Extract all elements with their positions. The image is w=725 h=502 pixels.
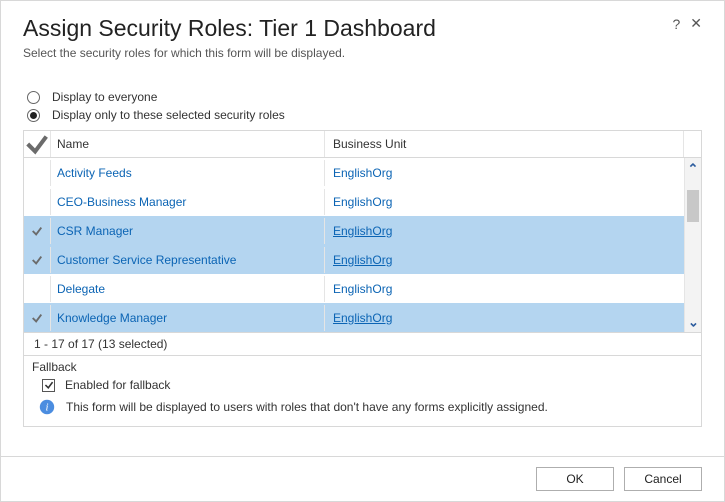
- grid-body: Activity FeedsEnglishOrgCEO-Business Man…: [24, 158, 701, 332]
- table-row[interactable]: CSR Manager EnglishOrg: [24, 216, 701, 245]
- business-unit-link[interactable]: EnglishOrg: [333, 282, 392, 296]
- radio-icon[interactable]: [27, 109, 40, 122]
- svg-text:i: i: [46, 402, 49, 414]
- table-row[interactable]: Delegate EnglishOrg: [24, 274, 701, 303]
- vertical-scrollbar[interactable]: ⌃ ⌃: [684, 158, 701, 332]
- role-name-link[interactable]: Knowledge Manager: [57, 311, 167, 325]
- radio-icon[interactable]: [27, 91, 40, 104]
- radio-label: Display only to these selected security …: [52, 108, 285, 122]
- display-options: Display to everyone Display only to thes…: [23, 88, 702, 124]
- select-all-checkbox[interactable]: [24, 131, 50, 157]
- radio-display-selected[interactable]: Display only to these selected security …: [23, 106, 702, 124]
- role-name-link[interactable]: Customer Service Representative: [57, 253, 236, 267]
- info-icon: i: [38, 398, 56, 416]
- scroll-down-icon[interactable]: ⌃: [688, 311, 699, 332]
- ok-button[interactable]: OK: [536, 467, 614, 491]
- table-row[interactable]: Customer Service Representative EnglishOr…: [24, 245, 701, 274]
- column-header-business-unit[interactable]: Business Unit: [324, 131, 683, 157]
- help-icon[interactable]: ?: [672, 16, 680, 32]
- business-unit-link[interactable]: EnglishOrg: [333, 195, 392, 209]
- role-name-link[interactable]: Delegate: [57, 282, 105, 296]
- business-unit-link[interactable]: EnglishOrg: [333, 166, 392, 180]
- scroll-up-icon[interactable]: ⌃: [688, 158, 699, 179]
- business-unit-link[interactable]: EnglishOrg: [333, 224, 392, 238]
- business-unit-link[interactable]: EnglishOrg: [333, 253, 392, 267]
- scroll-thumb[interactable]: [687, 190, 699, 222]
- grid-status: 1 - 17 of 17 (13 selected): [24, 332, 701, 355]
- table-row[interactable]: CEO-Business Manager EnglishOrg: [24, 187, 701, 216]
- fallback-heading: Fallback: [32, 358, 693, 378]
- fallback-checkbox-label: Enabled for fallback: [65, 378, 170, 392]
- business-unit-link[interactable]: EnglishOrg: [333, 311, 392, 325]
- cancel-button[interactable]: Cancel: [624, 467, 702, 491]
- security-roles-grid: Name Business Unit Activity Feeds English…: [23, 130, 702, 356]
- radio-label: Display to everyone: [52, 90, 157, 104]
- grid-header: Name Business Unit: [24, 131, 701, 158]
- role-name-link[interactable]: CSR Manager: [57, 224, 133, 238]
- fallback-info-text: This form will be displayed to users wit…: [66, 400, 548, 414]
- dialog-title: Assign Security Roles: Tier 1 Dashboard: [23, 15, 672, 42]
- role-name-link[interactable]: CEO-Business Manager: [57, 195, 186, 209]
- role-name-link[interactable]: Activity Feeds: [57, 166, 132, 180]
- assign-security-roles-dialog: Assign Security Roles: Tier 1 Dashboard …: [1, 1, 724, 501]
- row-checkbox[interactable]: [24, 254, 50, 266]
- row-checkbox[interactable]: [24, 225, 50, 237]
- column-header-name[interactable]: Name: [50, 131, 324, 157]
- fallback-section: Fallback Enabled for fallback i This for…: [23, 356, 702, 427]
- dialog-footer: OK Cancel: [1, 456, 724, 501]
- radio-display-everyone[interactable]: Display to everyone: [23, 88, 702, 106]
- fallback-checkbox[interactable]: [42, 379, 55, 392]
- row-checkbox[interactable]: [24, 312, 50, 324]
- close-icon[interactable]: ✕: [690, 15, 702, 32]
- table-row[interactable]: Activity Feeds EnglishOrg: [24, 158, 701, 187]
- table-row[interactable]: Knowledge Manager EnglishOrg: [24, 303, 701, 332]
- dialog-subtitle: Select the security roles for which this…: [23, 46, 702, 60]
